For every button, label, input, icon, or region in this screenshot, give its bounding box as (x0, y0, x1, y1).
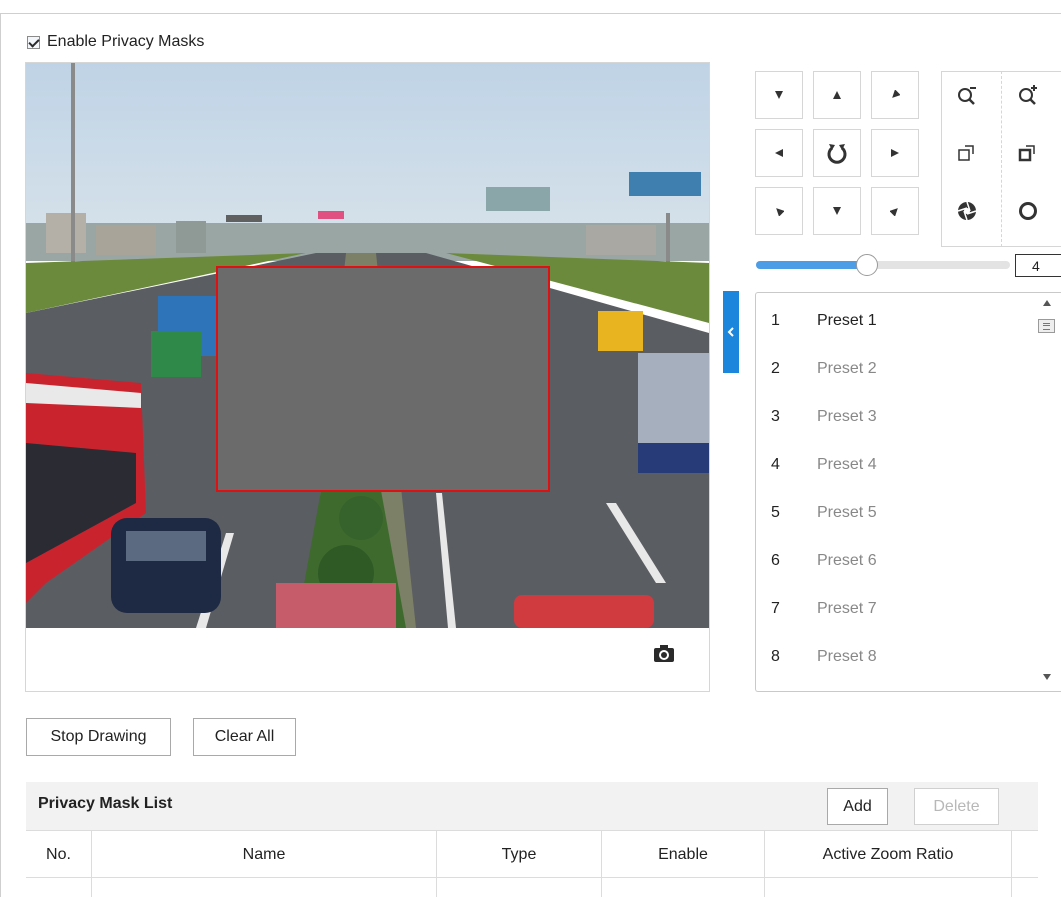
preset-number: 1 (771, 312, 780, 329)
delete-mask-button[interactable]: Delete (914, 788, 999, 825)
column-header-name: Name (92, 831, 437, 878)
column-header-type: Type (437, 831, 602, 878)
preset-item[interactable]: 8 Preset 8 (756, 633, 1041, 681)
table-cell (26, 878, 92, 897)
preset-name: Preset 5 (817, 504, 877, 521)
enable-privacy-masks-label: Enable Privacy Masks (47, 33, 205, 50)
preset-name: Preset 3 (817, 408, 877, 425)
scroll-up-arrow-icon[interactable] (1043, 300, 1051, 306)
table-cell (92, 878, 437, 897)
live-view-panel (25, 62, 710, 692)
preset-name: Preset 6 (817, 552, 877, 569)
ptz-auto-rotate-button[interactable] (813, 129, 861, 177)
chevron-left-icon (727, 327, 734, 337)
column-header-active-zoom-ratio: Active Zoom Ratio (765, 831, 1012, 878)
panel-left-border (0, 13, 1, 897)
ptz-up-left-button[interactable] (755, 71, 803, 119)
ptz-down-right-button[interactable] (871, 187, 919, 235)
privacy-mask-list-title: Privacy Mask List (38, 795, 173, 812)
ptz-right-button[interactable] (871, 129, 919, 177)
ptz-down-button[interactable] (813, 187, 861, 235)
ptz-speed-value: 4 (1015, 254, 1061, 277)
preset-name: Preset 2 (817, 360, 877, 377)
arrow-left-icon (775, 149, 783, 157)
iris-open-icon[interactable] (1004, 187, 1052, 235)
collapse-panel-button[interactable] (723, 291, 739, 373)
ptz-up-right-button[interactable] (871, 71, 919, 119)
arrow-up-left-icon (775, 91, 783, 99)
camera-icon[interactable] (653, 645, 675, 663)
ptz-left-button[interactable] (755, 129, 803, 177)
arrow-down-right-icon (890, 208, 898, 216)
enable-privacy-masks-row[interactable]: Enable Privacy Masks (27, 32, 204, 52)
preset-number: 3 (771, 408, 780, 425)
arrow-down-left-icon (776, 208, 784, 216)
ptz-speed-slider-thumb[interactable] (855, 254, 878, 276)
arrow-up-right-icon (892, 90, 900, 98)
zoom-in-icon[interactable] (1004, 71, 1052, 119)
preset-item[interactable]: 3 Preset 3 (756, 393, 1041, 441)
panel-top-border (0, 13, 1061, 14)
arrow-right-icon (891, 149, 899, 157)
add-mask-button[interactable]: Add (827, 788, 888, 825)
zoom-out-icon[interactable] (943, 71, 991, 119)
scroll-thumb[interactable] (1038, 319, 1055, 333)
preset-scrollbar[interactable] (1036, 292, 1061, 692)
preset-name: Preset 8 (817, 648, 877, 665)
preset-number: 6 (771, 552, 780, 569)
lens-controls-divider (1001, 71, 1002, 247)
iris-close-icon[interactable] (943, 187, 991, 235)
preset-name: Preset 7 (817, 600, 877, 617)
column-header-enable: Enable (602, 831, 765, 878)
table-cell (765, 878, 1012, 897)
live-video[interactable] (26, 63, 709, 628)
scroll-down-arrow-icon[interactable] (1043, 674, 1051, 680)
preset-list: 1 Preset 1 2 Preset 2 3 Preset 3 4 Preset 4 5 Pre… (755, 292, 1061, 692)
preset-number: 5 (771, 504, 780, 521)
preset-item[interactable]: 2 Preset 2 (756, 345, 1041, 393)
preset-item[interactable]: 1 Preset 1 (756, 297, 1041, 345)
ptz-up-button[interactable] (813, 71, 861, 119)
table-row (26, 878, 1038, 897)
arrow-up-icon (833, 91, 841, 99)
privacy-mask-table-header: No. Name Type Enable Active Zoom Ratio (26, 830, 1038, 878)
privacy-mask-region[interactable] (216, 266, 550, 492)
arrow-down-icon (833, 207, 841, 215)
clear-all-button[interactable]: Clear All (193, 718, 296, 756)
stop-drawing-button[interactable]: Stop Drawing (26, 718, 171, 756)
preset-number: 2 (771, 360, 780, 377)
focus-near-icon[interactable] (943, 129, 991, 177)
preset-number: 4 (771, 456, 780, 473)
focus-far-icon[interactable] (1004, 129, 1052, 177)
column-header-no: No. (26, 831, 92, 878)
preset-item[interactable]: 7 Preset 7 (756, 585, 1041, 633)
preset-number: 8 (771, 648, 780, 665)
ptz-speed-slider-fill (756, 261, 867, 269)
enable-privacy-masks-checkbox[interactable] (27, 35, 40, 49)
preset-item[interactable]: 6 Preset 6 (756, 537, 1041, 585)
table-cell (1012, 878, 1038, 897)
table-cell (602, 878, 765, 897)
ptz-down-left-button[interactable] (755, 187, 803, 235)
preset-name: Preset 1 (817, 312, 877, 329)
rotate-icon (827, 144, 847, 164)
preset-number: 7 (771, 600, 780, 617)
preset-name: Preset 4 (817, 456, 877, 473)
column-header-scroll (1012, 831, 1038, 878)
preset-item[interactable]: 5 Preset 5 (756, 489, 1041, 537)
table-cell (437, 878, 602, 897)
preset-item[interactable]: 4 Preset 4 (756, 441, 1041, 489)
